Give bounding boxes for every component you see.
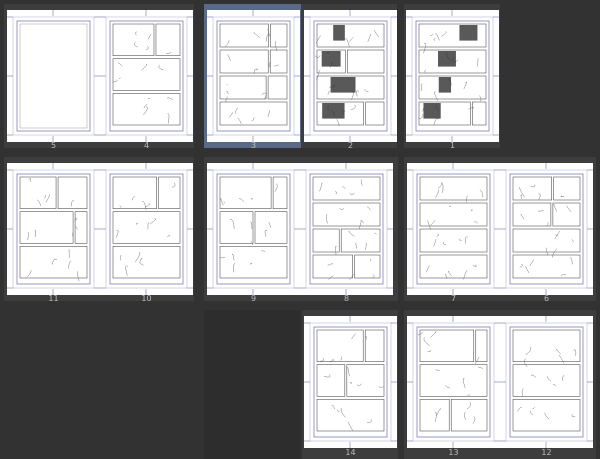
page-number: 8 xyxy=(343,294,350,303)
page-thumbnail[interactable] xyxy=(407,316,500,448)
page-thumbnail[interactable] xyxy=(407,163,500,295)
page-thumbnail[interactable] xyxy=(500,316,593,448)
page-number: 1 xyxy=(449,141,456,150)
page-number: 6 xyxy=(543,294,550,303)
page-thumbnail[interactable] xyxy=(500,163,593,295)
page-thumbnail[interactable] xyxy=(406,10,499,142)
page-thumbnail[interactable] xyxy=(7,10,100,142)
page-number: 10 xyxy=(141,294,152,303)
page-thumbnail[interactable] xyxy=(304,316,397,448)
page-number: 2 xyxy=(347,141,354,150)
page-thumbnail[interactable] xyxy=(100,163,193,295)
empty-slot xyxy=(204,310,300,459)
page-number: 5 xyxy=(50,141,57,150)
page-number: 11 xyxy=(48,294,59,303)
page-number: 13 xyxy=(448,448,459,457)
page-number: 12 xyxy=(541,448,552,457)
page-number: 14 xyxy=(345,448,356,457)
page-thumbnail[interactable] xyxy=(300,163,393,295)
page-thumbnail[interactable] xyxy=(100,10,193,142)
page-thumbnail[interactable] xyxy=(304,10,397,142)
page-number: 9 xyxy=(250,294,257,303)
page-number: 3 xyxy=(250,141,257,150)
page-thumbnail[interactable] xyxy=(7,163,100,295)
page-number: 7 xyxy=(450,294,457,303)
page-number: 4 xyxy=(143,141,150,150)
page-thumbnail[interactable] xyxy=(207,10,300,142)
page-thumbnail[interactable] xyxy=(207,163,300,295)
